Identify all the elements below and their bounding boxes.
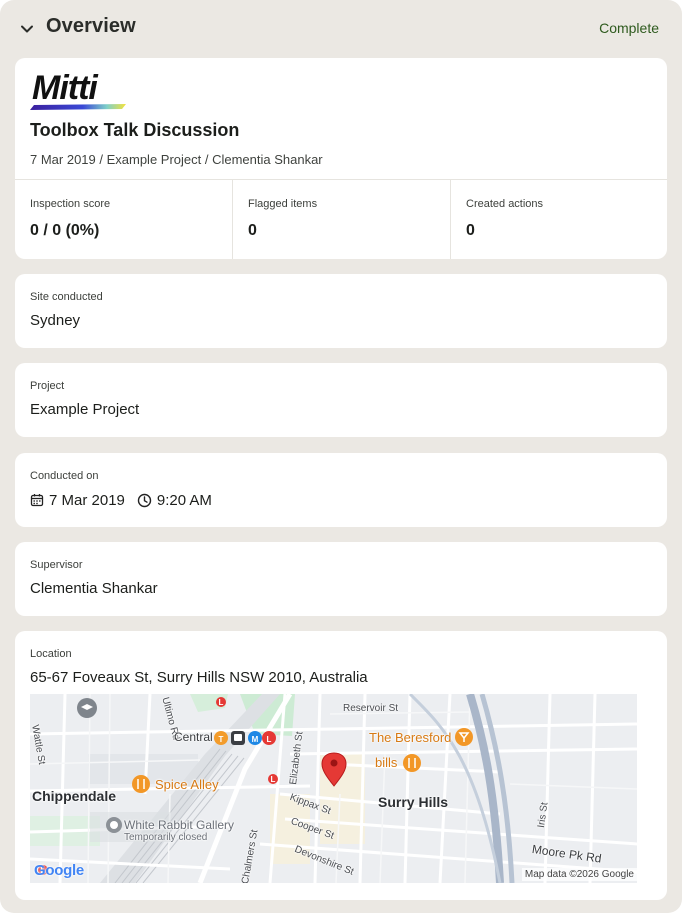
logo-swoosh — [30, 104, 126, 110]
site-value: Sydney — [30, 312, 81, 329]
conducted-time: 9:20 AM — [156, 491, 212, 509]
field-label: Location — [30, 648, 72, 660]
conducted-on-card: Conducted on 7 Mar 2019 9:20 AM — [15, 453, 667, 527]
brand-logo: Mitti — [30, 70, 130, 110]
overview-header[interactable]: Overview Complete — [0, 0, 682, 58]
logo-wordmark: Mitti — [32, 69, 98, 107]
stat-created-actions: Created actions 0 — [450, 180, 667, 259]
field-label: Supervisor — [30, 559, 83, 571]
stat-value: 0 — [248, 222, 257, 239]
stat-label: Inspection score — [30, 198, 111, 210]
supervisor-card: Supervisor Clementia Shankar — [15, 542, 667, 616]
map-attribution: Map data ©2026 Google — [521, 868, 637, 881]
station-marker-label: L — [219, 698, 224, 707]
stat-inspection-score: Inspection score 0 / 0 (0%) — [15, 180, 232, 259]
summary-card: Mitti Toolbox Talk Discussion 7 Mar 2019… — [15, 58, 667, 259]
stat-value: 0 / 0 (0%) — [30, 222, 100, 239]
overview-panel: Overview Complete Mitti Toolbox Talk Dis… — [0, 0, 682, 913]
project-card: Project Example Project — [15, 363, 667, 437]
stat-flagged-items: Flagged items 0 — [232, 180, 450, 259]
clock-icon — [137, 493, 152, 507]
inspection-title: Toolbox Talk Discussion — [30, 120, 240, 140]
field-label: Site conducted — [30, 291, 103, 303]
location-address: 65-67 Foveaux St, Surry Hills NSW 2010, … — [30, 669, 368, 686]
field-label: Project — [30, 380, 65, 392]
inspection-subtitle: 7 Mar 2019 / Example Project / Clementia… — [30, 152, 323, 167]
location-card: Location 65-67 Foveaux St, Surry Hills N… — [15, 631, 667, 900]
field-label: Conducted on — [30, 470, 99, 482]
status-badge: Complete — [599, 20, 659, 36]
station-marker-label: T — [219, 735, 224, 744]
map-label: Spice Alley — [155, 777, 219, 792]
chevron-down-icon[interactable] — [19, 21, 35, 37]
map-label: Central — [174, 730, 213, 744]
site-conducted-card: Site conducted Sydney — [15, 274, 667, 348]
map-label: Reservoir St — [343, 703, 399, 714]
station-marker-label: M — [252, 735, 259, 744]
location-map[interactable]: TMLLLL Reservoir St Wattle St Ultimo Rd … — [30, 694, 637, 883]
station-marker-label: L — [267, 735, 272, 744]
stat-label: Created actions — [466, 198, 544, 210]
map-label: bills — [375, 755, 398, 770]
station-marker-label: L — [271, 775, 276, 784]
map-label: Chippendale — [32, 788, 117, 804]
google-logo: Google — [34, 862, 84, 879]
map-label: Surry Hills — [378, 794, 449, 810]
map-label: White Rabbit Gallery — [124, 818, 235, 832]
overview-title: Overview — [46, 15, 136, 37]
map-label: The Beresford — [369, 730, 452, 745]
supervisor-value: Clementia Shankar — [30, 580, 158, 597]
datetime-row: 7 Mar 2019 9:20 AM — [30, 490, 212, 510]
project-value: Example Project — [30, 401, 140, 418]
conducted-date: 7 Mar 2019 — [49, 491, 125, 509]
stat-value: 0 — [466, 222, 475, 239]
calendar-icon — [30, 494, 44, 507]
stat-label: Flagged items — [248, 198, 318, 210]
map-label: Temporarily closed — [124, 832, 208, 843]
